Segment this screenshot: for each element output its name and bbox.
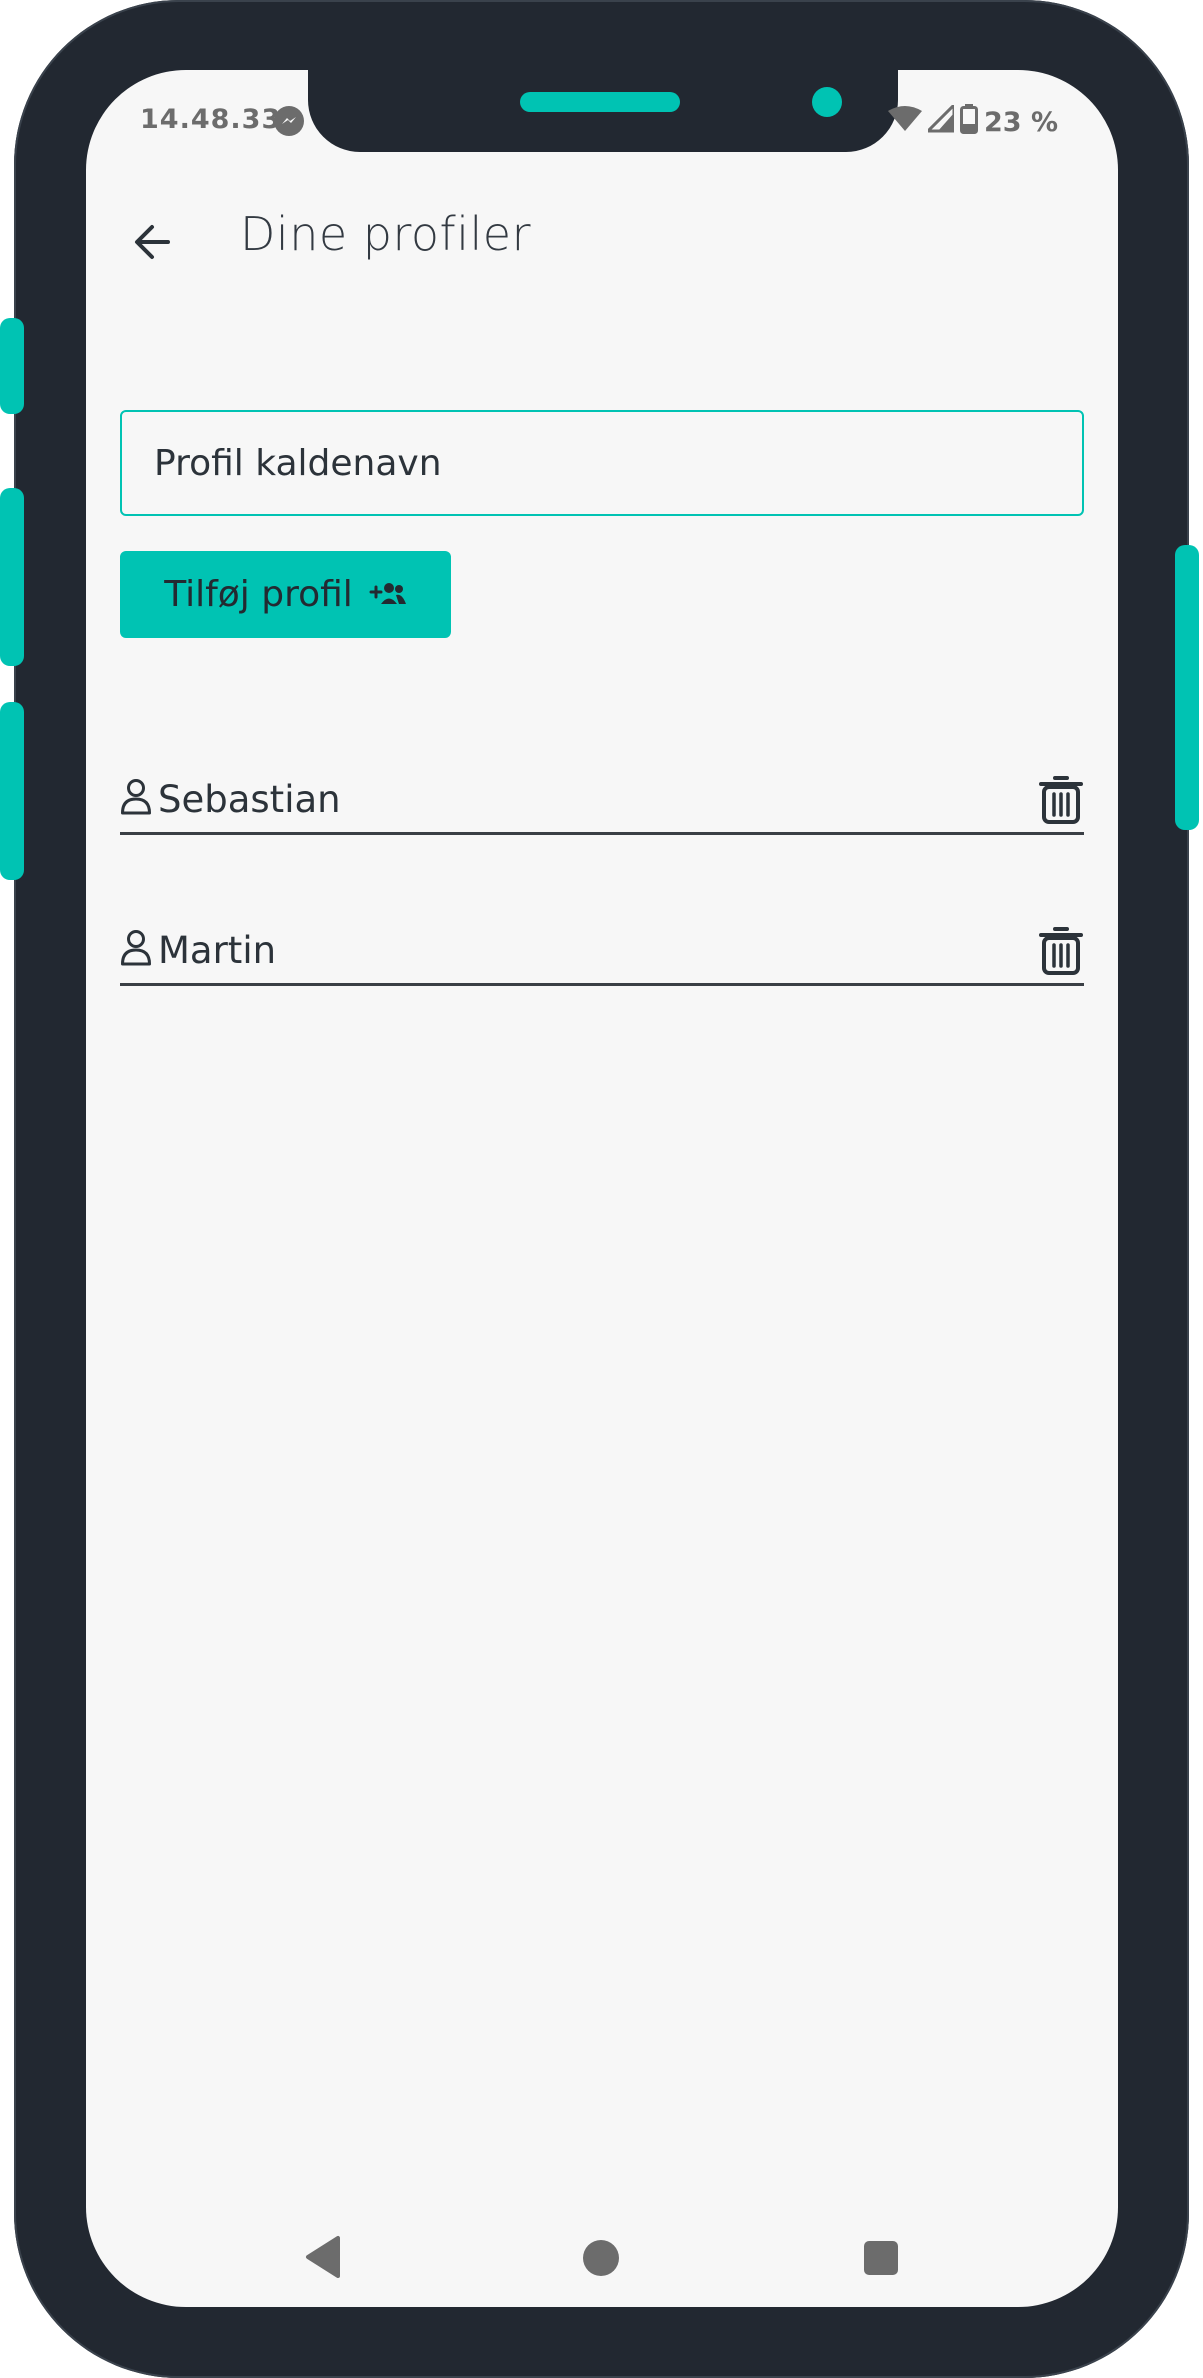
- profile-name: Sebastian: [158, 777, 341, 821]
- page-title: Dine profiler: [240, 207, 531, 261]
- delete-profile-button[interactable]: [1038, 924, 1084, 976]
- wifi-icon: [887, 105, 922, 140]
- earpiece-speaker: [520, 92, 680, 112]
- profile-name: Martin: [158, 928, 277, 972]
- profile-row: Sebastian: [120, 766, 1084, 835]
- person-outline-icon: [120, 929, 152, 971]
- add-profile-button-label: Tilføj profil: [164, 574, 353, 615]
- status-right: 23 %: [887, 101, 1058, 141]
- trash-icon: [1039, 776, 1083, 824]
- profile-row: Martin: [120, 917, 1084, 986]
- battery-percent: 23 %: [983, 107, 1058, 138]
- front-camera: [812, 87, 842, 117]
- side-button-top: [0, 318, 24, 414]
- signal-icon: [924, 101, 956, 140]
- messenger-icon: [274, 106, 304, 136]
- nav-recents-button[interactable]: [864, 2241, 898, 2275]
- phone-screen: 14.48.33 23 % Dine profiler Tilføj profi…: [86, 70, 1118, 2307]
- back-button[interactable]: [126, 212, 186, 272]
- group-add-icon: [369, 574, 407, 615]
- status-time: 14.48.33: [140, 104, 282, 135]
- add-profile-button[interactable]: Tilføj profil: [120, 551, 451, 638]
- volume-up-button: [0, 488, 24, 666]
- trash-icon: [1039, 927, 1083, 975]
- arrow-back-icon: [135, 225, 170, 259]
- volume-down-button: [0, 702, 24, 880]
- nav-home-button[interactable]: [583, 2240, 619, 2276]
- nav-back-triangle-icon: [306, 2236, 340, 2278]
- person-outline-icon: [120, 778, 152, 820]
- delete-profile-button[interactable]: [1038, 773, 1084, 825]
- notch: [308, 70, 898, 152]
- nav-back-button[interactable]: [304, 2235, 340, 2283]
- profile-nickname-input[interactable]: [120, 410, 1084, 516]
- power-button: [1175, 545, 1199, 830]
- battery-icon: [959, 104, 978, 141]
